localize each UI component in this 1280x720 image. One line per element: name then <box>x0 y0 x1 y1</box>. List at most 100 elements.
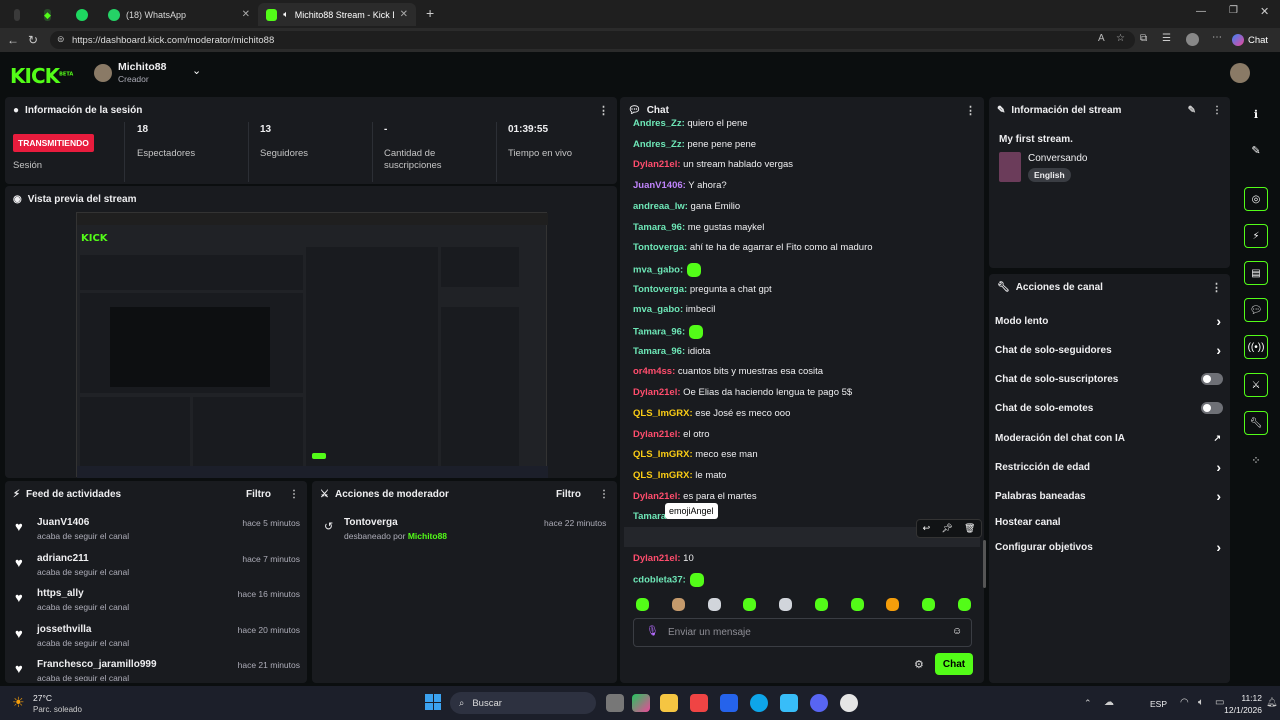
chat-username[interactable]: Tamara_96: <box>633 222 685 233</box>
chat-username[interactable]: Andres_Zz: <box>633 118 685 129</box>
quick-emote-icon[interactable] <box>957 598 971 611</box>
tray-expand-icon[interactable]: ⌃ <box>1084 698 1092 709</box>
chat-message[interactable]: Tamara_96: idiota <box>633 346 710 357</box>
chat-message[interactable]: Tamara_96: me gustas maykel <box>633 222 764 233</box>
new-tab-button[interactable]: + <box>426 5 434 21</box>
chat-username[interactable]: Tamara: <box>633 511 669 522</box>
chat-message[interactable]: Dylan21el: 10 <box>633 553 694 564</box>
clock-time[interactable]: 11:12 <box>1222 693 1262 703</box>
edit-pencil-icon[interactable]: ✎ <box>1188 105 1196 116</box>
task-view-icon[interactable] <box>606 694 624 712</box>
sidebar-lightning-icon[interactable]: ⚡︎ <box>1244 224 1268 248</box>
panel-menu-icon[interactable]: ⋮ <box>965 104 976 117</box>
app-icon[interactable] <box>780 694 798 712</box>
action-slow-mode[interactable]: Modo lento › <box>995 313 1225 329</box>
sidebar-wrench-icon[interactable]: 🔧︎ <box>1244 411 1268 435</box>
chat-message[interactable]: Andres_Zz: pene pene pene <box>633 139 756 150</box>
chat-username[interactable]: mva_gabo: <box>633 304 683 315</box>
action-followers-only[interactable]: Chat de solo-seguidores › <box>995 342 1225 358</box>
mod-action-user[interactable]: Tontoverga <box>344 517 398 528</box>
language-indicator[interactable]: ESP <box>1150 699 1167 709</box>
user-menu-avatar[interactable] <box>1230 63 1250 83</box>
chat-message[interactable]: Tontoverga: pregunta a chat gpt <box>633 284 772 295</box>
chat-settings-gear-icon[interactable]: ⚙ <box>914 658 924 671</box>
chat-message[interactable]: QLS_ImGRX: ese José es meco ooo <box>633 408 790 419</box>
emotes-only-toggle[interactable] <box>1201 402 1223 414</box>
chat-username[interactable]: cdobleta37: <box>633 575 686 586</box>
taskbar-search[interactable]: ⌕ Buscar <box>450 692 596 714</box>
quick-emote-icon[interactable] <box>636 598 649 611</box>
file-explorer-icon[interactable] <box>660 694 678 712</box>
panel-menu-icon[interactable]: ⋮ <box>599 489 609 500</box>
close-tab-icon[interactable]: ✕ <box>400 9 408 20</box>
obs-icon[interactable] <box>840 694 858 712</box>
chat-username[interactable]: Dylan21el: <box>633 491 681 502</box>
chat-message[interactable]: JuanV1406: Y ahora? <box>633 180 727 191</box>
copilot-app-icon[interactable] <box>632 694 650 712</box>
chat-username[interactable]: JuanV1406: <box>633 180 686 191</box>
chat-emote-icon[interactable] <box>689 573 704 588</box>
category-name[interactable]: Conversando <box>1028 153 1087 164</box>
sidebar-chat-icon[interactable]: 💬︎ <box>1244 298 1268 322</box>
chat-message[interactable]: Andres_Zz: quiero el pene <box>633 118 748 129</box>
chat-username[interactable]: QLS_ImGRX: <box>633 449 693 460</box>
close-tab-icon[interactable]: ✕ <box>242 9 250 20</box>
mod-filter-button[interactable]: Filtro <box>556 489 581 500</box>
close-window-button[interactable]: ✕ <box>1260 5 1269 18</box>
read-aloud-icon[interactable]: A <box>1098 33 1105 44</box>
notification-bell-icon[interactable]: 🔔︎ <box>1266 697 1277 708</box>
chat-message[interactable]: or4m4ss: cuantos bits y muestras esa cos… <box>633 366 823 377</box>
chat-message[interactable]: Tamara: <box>633 511 669 522</box>
windows-start-icon[interactable] <box>425 694 441 710</box>
chat-message[interactable]: Tamara_96: <box>633 325 704 339</box>
mail-icon[interactable] <box>720 694 738 712</box>
tab-whatsapp[interactable]: (18) WhatsApp ✕ <box>100 3 258 26</box>
panel-menu-icon[interactable]: ⋮ <box>1211 281 1222 294</box>
account-switch-chevron-icon[interactable]: ⌄ <box>192 64 201 77</box>
chat-message[interactable]: mva_gabo: imbecil <box>633 304 715 315</box>
chat-message[interactable]: cdobleta37: <box>633 573 704 588</box>
sidebar-broadcast-icon[interactable]: ((•)) <box>1244 335 1268 359</box>
chat-username[interactable]: Tamara_96: <box>633 346 685 357</box>
profile-avatar[interactable] <box>1186 33 1199 46</box>
reload-button[interactable]: ↻ <box>23 30 43 50</box>
chat-message[interactable]: Dylan21el: el otro <box>633 429 710 440</box>
action-banned-words[interactable]: Palabras baneadas › <box>995 488 1225 504</box>
action-configure-goals[interactable]: Configurar objetivos › <box>995 539 1225 555</box>
extensions-icon[interactable]: ⧉ <box>1140 33 1147 44</box>
chat-message[interactable]: QLS_ImGRX: le mato <box>633 470 726 481</box>
chat-username[interactable]: mva_gabo: <box>633 264 683 275</box>
sidebar-edit-icon[interactable]: ✎ <box>1244 138 1268 162</box>
maximize-button[interactable]: ❐ <box>1229 5 1238 16</box>
chat-send-button[interactable]: Chat <box>935 653 973 675</box>
wifi-icon[interactable]: ◠ <box>1180 697 1189 708</box>
chat-username[interactable]: Andres_Zz: <box>633 139 685 150</box>
chat-username[interactable]: or4m4ss: <box>633 366 675 377</box>
delete-icon[interactable]: 🗑︎ <box>964 523 975 534</box>
clock-date[interactable]: 12/1/2026 <box>1222 705 1262 715</box>
favorite-star-icon[interactable]: ☆ <box>1116 33 1125 44</box>
chat-message[interactable]: Tontoverga: ahí te ha de agarrar el Fito… <box>633 242 873 253</box>
onedrive-icon[interactable]: ☁ <box>1104 697 1114 708</box>
minimize-button[interactable]: — <box>1196 6 1206 17</box>
chat-username[interactable]: Tamara_96: <box>633 327 685 338</box>
emoji-picker-icon[interactable]: ☺ <box>952 626 962 637</box>
site-info-icon[interactable]: ⊜ <box>57 34 65 45</box>
chat-message[interactable]: QLS_ImGRX: meco ese man <box>633 449 758 460</box>
chat-message[interactable]: Dylan21el: un stream hablado vergas <box>633 159 793 170</box>
chat-message[interactable]: andreaa_lw: gana Emilio <box>633 201 740 212</box>
chat-emote-icon[interactable] <box>689 325 704 339</box>
pin-icon[interactable]: 📌︎ <box>941 523 952 534</box>
panel-menu-icon[interactable]: ⋮ <box>598 104 609 117</box>
chat-message[interactable]: Dylan21el: Oe Elias da haciendo lengua t… <box>633 387 852 398</box>
quick-emote-icon[interactable] <box>779 598 793 611</box>
panel-menu-icon[interactable]: ⋮ <box>289 489 299 500</box>
sidebar-notes-icon[interactable]: ▤ <box>1244 261 1268 285</box>
chat-username[interactable]: Tontoverga: <box>633 284 687 295</box>
tab-kick-dashboard[interactable]: 🔈︎ Michito88 Stream - Kick Dash ✕ <box>258 3 416 26</box>
copilot-chat-button[interactable]: Chat <box>1232 31 1268 49</box>
stream-preview-video[interactable]: KICK <box>76 212 548 478</box>
chat-username[interactable]: Dylan21el: <box>633 387 681 398</box>
quick-emote-icon[interactable] <box>743 598 757 611</box>
chat-message[interactable]: Dylan21el: es para el martes <box>633 491 757 502</box>
